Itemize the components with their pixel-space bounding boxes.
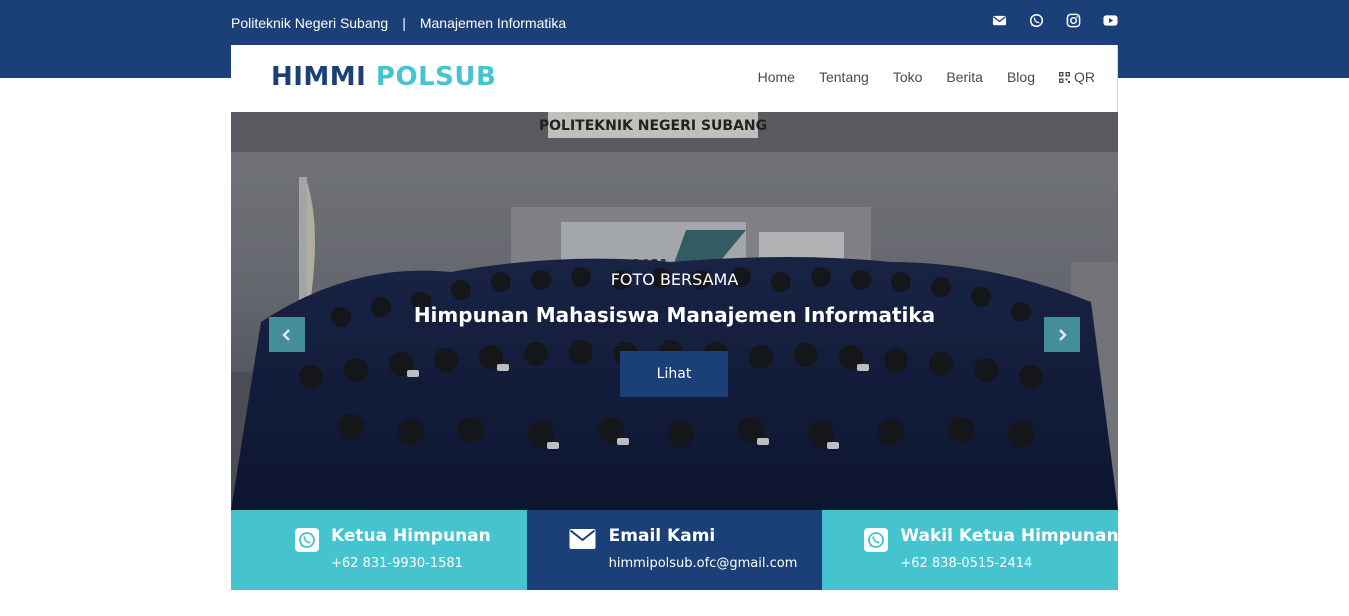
contact-email[interactable]: Email Kami himmipolsub.ofc@gmail.com — [526, 510, 823, 590]
social-links — [992, 13, 1118, 28]
nav-berita[interactable]: Berita — [946, 69, 983, 85]
contact-title: Email Kami — [608, 526, 716, 546]
hero-subtitle: FOTO BERSAMA — [610, 270, 739, 289]
contact-ketua[interactable]: Ketua Himpunan +62 831-9930-1581 — [231, 510, 527, 590]
contact-value: +62 831-9930-1581 — [331, 556, 463, 571]
hero-title: Himpunan Mahasiswa Manajemen Informatika — [413, 303, 936, 327]
hero-lihat-button[interactable]: Lihat — [620, 351, 728, 397]
contact-strip: Ketua Himpunan +62 831-9930-1581 Email K… — [231, 510, 1119, 590]
qr-icon — [1059, 71, 1070, 83]
contact-title: Wakil Ketua Himpunan — [900, 526, 1119, 546]
contact-wakil[interactable]: Wakil Ketua Himpunan +62 838-0515-2414 — [822, 510, 1119, 590]
envelope-icon[interactable] — [992, 13, 1007, 28]
hero-carousel: POLITEKNIK NEGERI SUBANG MUBES 2021 — [231, 112, 1118, 510]
contact-value: himmipolsub.ofc@gmail.com — [608, 556, 798, 571]
instagram-icon[interactable] — [1066, 13, 1081, 28]
contact-value: +62 838-0515-2414 — [900, 556, 1033, 571]
chevron-left-icon — [282, 328, 290, 341]
carousel-next-button[interactable] — [1044, 317, 1080, 352]
institution-name: Politeknik Negeri Subang — [231, 15, 389, 31]
brand-part2: POLSUB — [375, 62, 497, 92]
nav-blog[interactable]: Blog — [1007, 69, 1035, 85]
whatsapp-icon — [295, 528, 319, 552]
nav-toko[interactable]: Toko — [893, 69, 923, 85]
envelope-icon — [569, 529, 596, 549]
main-navbar: HIMMI POLSUB Home Tentang Toko Berita Bl… — [231, 45, 1118, 112]
youtube-icon[interactable] — [1103, 13, 1118, 28]
nav-qr-label: QR — [1074, 69, 1095, 85]
nav-menu: Home Tentang Toko Berita Blog QR — [734, 69, 1095, 85]
whatsapp-icon[interactable] — [1029, 13, 1044, 28]
chevron-right-icon — [1059, 328, 1067, 341]
carousel-prev-button[interactable] — [269, 317, 305, 352]
program-name: Manajemen Informatika — [419, 15, 567, 31]
brand-part1: HIMMI — [271, 62, 367, 92]
nav-qr[interactable]: QR — [1059, 69, 1095, 85]
brand-logo[interactable]: HIMMI POLSUB — [271, 62, 496, 92]
nav-home[interactable]: Home — [758, 69, 795, 85]
whatsapp-icon — [864, 528, 889, 552]
topbar-separator: | — [402, 15, 406, 31]
topbar-info: Politeknik Negeri Subang | Manajemen Inf… — [231, 14, 566, 32]
nav-tentang[interactable]: Tentang — [819, 69, 869, 85]
contact-title: Ketua Himpunan — [331, 526, 491, 546]
